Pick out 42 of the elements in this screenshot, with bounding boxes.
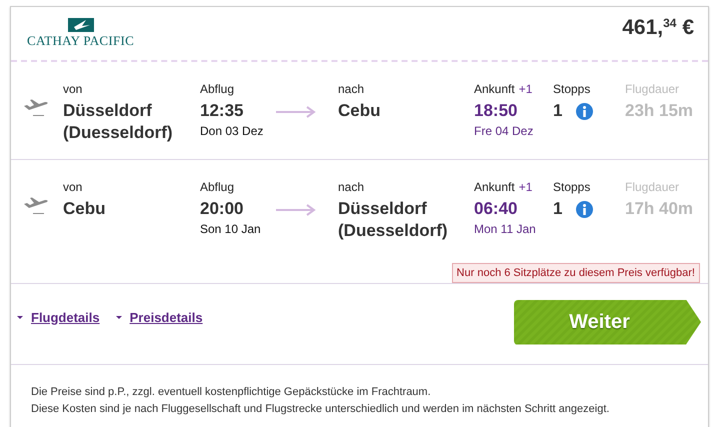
airline-logo-icon xyxy=(68,18,94,32)
arrival-city: Düsseldorf (Duesseldorf) xyxy=(338,198,449,242)
stops-label: Stopps xyxy=(553,180,592,195)
departure-city: Düsseldorf (Duesseldorf) xyxy=(63,100,174,144)
departure-label: Abflug xyxy=(200,82,236,97)
arrival-date: Fre 04 Dez xyxy=(474,124,534,139)
arrival-label: Ankunft xyxy=(474,82,515,96)
flight-duration: 23h 15m xyxy=(625,100,694,122)
info-icon[interactable] xyxy=(576,200,594,218)
details-link[interactable]: Preisdetails xyxy=(116,310,203,324)
airline-name: CATHAY PACIFIC xyxy=(27,33,134,49)
price-note: Diese Kosten sind je nach Fluggesellschaft und Flugstrecke unterschiedlich und werden im nächsten Schritt angezeigt. xyxy=(31,402,610,417)
arrival-label: Ankunft xyxy=(474,180,515,194)
stops-count: 1 xyxy=(553,100,562,122)
arrow-icon xyxy=(276,106,316,118)
flight-duration: 17h 40m xyxy=(625,198,694,220)
to-label: nach xyxy=(338,82,366,97)
info-icon[interactable] xyxy=(576,102,594,120)
arrow-icon xyxy=(276,204,316,216)
from-label: von xyxy=(63,180,84,195)
departure-date: Don 03 Dez xyxy=(200,124,264,139)
day-offset: +1 xyxy=(518,82,532,96)
arrival-time: 18:50 xyxy=(474,100,518,122)
duration-label: Flugdauer xyxy=(625,82,680,97)
duration-label: Flugdauer xyxy=(625,180,680,195)
departure-time: 12:35 xyxy=(200,100,244,122)
to-label: nach xyxy=(338,180,366,195)
departure-date: Son 10 Jan xyxy=(200,222,262,237)
seat-warning: Nur noch 6 Sitzplätze zu diesem Preis verfügbar! xyxy=(452,263,700,283)
from-label: von xyxy=(63,82,84,97)
price-note: Die Preise sind p.P., zzgl. eventuell kostenpflichtige Gepäckstücke im Frachtraum. xyxy=(31,385,432,400)
departure-label: Abflug xyxy=(200,180,236,195)
total-price: 461,$^{34}$ € xyxy=(622,16,694,40)
stops-label: Stopps xyxy=(553,82,592,97)
day-offset: +1 xyxy=(518,180,532,194)
arrival-city: Cebu xyxy=(338,100,382,122)
departure-time: 20:00 xyxy=(200,198,244,220)
details-link[interactable]: Flugdetails xyxy=(17,310,100,324)
arrival-date: Mon 11 Jan xyxy=(474,222,537,237)
arrival-time: 06:40 xyxy=(474,198,518,220)
departure-city: Cebu xyxy=(63,198,106,220)
stops-count: 1 xyxy=(553,198,562,220)
